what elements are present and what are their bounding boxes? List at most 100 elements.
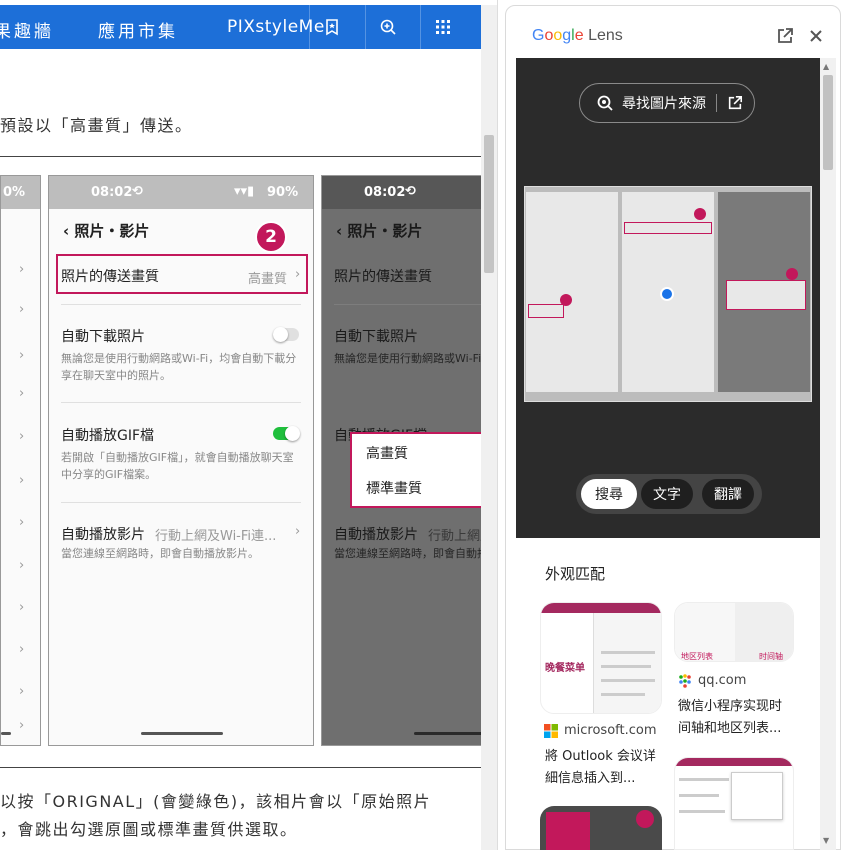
selection-frame[interactable]: [524, 186, 812, 402]
chevron-right-icon: ›: [19, 718, 25, 733]
mode-segmented-control: 搜尋 文字 翻譯: [576, 474, 762, 514]
row-auto-video-value: 行動上網及Wi-Fi連...: [155, 529, 277, 544]
scroll-down-arrow[interactable]: ▼: [823, 836, 829, 845]
chevron-right-icon: ›: [19, 473, 25, 488]
row-auto-gif-title: 自動播放GIF檔: [61, 428, 155, 444]
back-icon: ‹: [336, 222, 348, 240]
chevron-right-icon: ›: [19, 642, 25, 657]
chevron-right-icon: ›: [19, 348, 25, 363]
result-desc-1[interactable]: 將 Outlook 会议详 細信息插入到...: [545, 746, 656, 790]
result-image-1[interactable]: 晚餐菜单: [540, 602, 662, 714]
row-auto-video-title: 自動播放影片: [334, 527, 418, 543]
row-send-quality-value: 高畫質: [248, 272, 288, 287]
dropdown-option-standard[interactable]: 標準畫質: [366, 478, 422, 498]
chevron-right-icon: ›: [19, 558, 25, 573]
chevron-right-icon: ›: [295, 267, 301, 282]
row-send-quality-title: 照片的傳送畫質: [334, 269, 432, 285]
row-auto-download-title: 自動下載照片: [61, 329, 145, 345]
article-paragraph-top: 預設以「高畫質」傳送。: [0, 116, 193, 135]
divider: [61, 402, 301, 403]
chevron-right-icon: ›: [19, 386, 25, 401]
row-auto-gif-desc: 若開啟「自動播放GIF檔」，就會自動播放聊天室中分享的GIF檔案。: [61, 451, 294, 481]
open-external-icon: [778, 28, 793, 43]
nav-item-app-market[interactable]: 應用市集: [98, 17, 178, 42]
result-image-3[interactable]: [540, 806, 662, 850]
visual-matches-title: 外观匹配: [545, 565, 606, 583]
divider-bottom: [0, 767, 481, 768]
chevron-right-icon: ›: [19, 302, 25, 317]
open-external-icon: [728, 95, 743, 110]
row-auto-video-title: 自動播放影片: [61, 527, 145, 543]
lens-scrollbar-thumb[interactable]: [823, 75, 833, 170]
find-image-source-button[interactable]: 尋找圖片來源: [579, 83, 755, 123]
search-button[interactable]: [365, 5, 409, 49]
row-send-quality-title: 照片的傳送畫質: [61, 269, 159, 285]
close-button[interactable]: [806, 26, 826, 46]
result-thumb-label-2: 时间轴: [759, 652, 783, 661]
lens-scrollbar[interactable]: [820, 58, 836, 850]
status-bar: 08:02 ⟲ ▾▾▮ 90%: [49, 176, 313, 209]
battery-percent: 90%: [267, 185, 299, 200]
row-auto-download-desc: 無論您是使用行動網路或Wi-Fi，均會自動下載分享在聊天室中的照片。: [61, 352, 297, 382]
wifi-battery-icon: ▾▾▮: [234, 184, 255, 199]
home-indicator: [1, 732, 11, 735]
result-thumb-label-1: 地区列表: [681, 652, 713, 661]
home-indicator: [141, 732, 223, 735]
chevron-right-icon: ›: [295, 524, 301, 539]
bookmark-icon: [325, 19, 338, 36]
result-image-2[interactable]: 地区列表 时间轴: [674, 602, 794, 662]
chevron-right-icon: ›: [19, 515, 25, 530]
auto-download-toggle[interactable]: [273, 327, 299, 342]
chevron-right-icon: ›: [19, 600, 25, 615]
divider: [334, 304, 490, 305]
page-scrollbar[interactable]: [481, 5, 497, 850]
divider: [716, 94, 717, 112]
qq-logo-icon: [679, 673, 691, 688]
bookmark-button[interactable]: [309, 5, 353, 49]
row-auto-video-desc: 當您連線至網路時，即會自動播放影片。: [61, 547, 259, 560]
lens-title: Google Lens: [532, 27, 623, 45]
result-source-2[interactable]: qq.com: [678, 673, 746, 688]
scroll-up-arrow[interactable]: ▲: [823, 62, 829, 71]
blog-nav-bar: 果趣牆 應用市集 PIXstyleMe: [0, 5, 481, 49]
article-paragraph-bottom-2: ，會跳出勾選原圖或標準畫質供選取。: [0, 820, 298, 839]
divider-top: [0, 156, 481, 157]
nav-item-guoqu[interactable]: 果趣牆: [0, 17, 54, 42]
row-auto-download-desc: 無論您是使用行動網路或Wi-Fi，均會自動下載分享在聊天室中的照片。: [334, 352, 491, 365]
quality-dropdown: 高畫質 標準畫質: [350, 432, 485, 508]
row-auto-download-title: 自動下載照片: [334, 329, 418, 345]
back-icon: ‹: [63, 222, 75, 240]
apps-button[interactable]: [420, 5, 464, 49]
result-source-1[interactable]: microsoft.com: [544, 723, 657, 738]
chevron-right-icon: ›: [19, 429, 25, 444]
row-auto-video-desc: 當您連線至網路時，即會自動播放影片。: [334, 547, 490, 560]
open-new-tab-button[interactable]: [775, 26, 795, 46]
step-badge: 2: [255, 221, 287, 253]
screen-header: ‹ 照片・影片: [63, 222, 150, 240]
sync-icon: ⟲: [405, 184, 416, 199]
screen-header: ‹ 照片・影片: [336, 222, 423, 240]
close-icon: [810, 30, 822, 42]
page-scrollbar-thumb[interactable]: [484, 135, 494, 273]
result-source-1-label: microsoft.com: [564, 723, 657, 738]
result-desc-2[interactable]: 微信小程序实现时 间轴和地区列表...: [678, 696, 782, 740]
status-bar: 08:02 ⟲: [322, 176, 490, 209]
tab-search[interactable]: 搜尋: [581, 479, 637, 509]
find-image-source-label: 尋找圖片來源: [622, 96, 706, 112]
article-screenshot-2: 08:02 ⟲ ▾▾▮ 90% ‹ 照片・影片 2 照片的傳送畫質 高畫質 › …: [48, 175, 314, 746]
article-paragraph-bottom-1: 以按「ORIGNAL」(會變綠色)，該相片會以「原始照片: [0, 792, 432, 811]
auto-gif-toggle[interactable]: [273, 426, 300, 441]
chevron-right-icon: ›: [19, 684, 25, 699]
divider: [61, 502, 301, 503]
google-logo: Google: [532, 27, 584, 44]
tab-text[interactable]: 文字: [641, 479, 693, 509]
result-source-2-label: qq.com: [698, 673, 747, 688]
tab-translate[interactable]: 翻譯: [702, 479, 754, 509]
microsoft-logo-icon: [544, 723, 558, 738]
result-image-4[interactable]: [674, 757, 794, 850]
search-plus-icon: [380, 19, 396, 35]
lens-search-icon: [597, 95, 613, 111]
dropdown-option-high[interactable]: 高畫質: [366, 443, 408, 463]
status-bar: 0%: [1, 176, 40, 209]
result-thumb-heading: 晚餐菜单: [545, 663, 585, 674]
